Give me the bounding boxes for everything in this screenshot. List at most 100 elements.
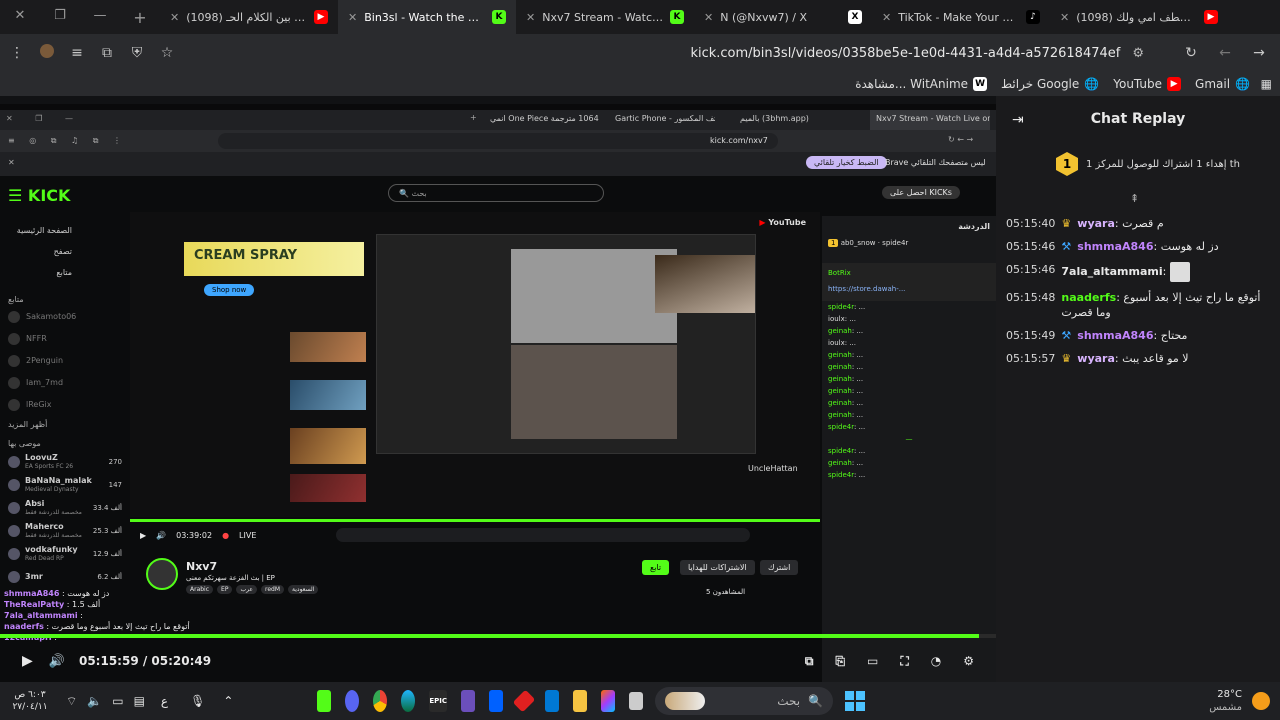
tray-expand-icon[interactable]: ⌃ [223,694,233,708]
fullscreen-icon[interactable]: ⛶ [900,654,908,669]
overlay-chat-line: shmmaA846 : دز له هوست [4,589,110,598]
file-explorer-icon[interactable] [573,690,588,712]
app-red-icon[interactable] [512,689,536,713]
copilot-icon[interactable] [601,690,616,712]
close-window-icon[interactable]: ✕ [2,8,38,27]
chat-divider-icon: ⇞ [1130,192,1140,205]
clock[interactable]: ٦:٠٣ ص ٢٧/٠٤/١١ [0,689,60,713]
minimize-window-icon[interactable]: — [82,8,118,27]
browser-tab[interactable]: ✕Bin3sl - Watch the VOD onK [338,0,516,34]
globe-icon: 🌐 [1235,77,1250,91]
menu-dots-icon[interactable]: ⋮ [2,45,32,61]
close-tab-icon[interactable]: ✕ [348,11,357,24]
browser-tab[interactable]: ✕(1098) كان يبخطف امي ولك▶ [1050,0,1228,34]
language-indicator[interactable]: ع [161,694,168,708]
chat-replay-title: Chat Replay [1090,111,1186,127]
video-player[interactable]: ✕ ❐ — + انمي One Piece الحلقة 1064 مترجم… [0,104,996,682]
brave-infobar: ✕ الضبط كخيار تلقائي Brave ليس متصفحك ال… [0,152,996,176]
edge-icon[interactable] [401,690,416,712]
playlist-icon[interactable]: ≡ [62,45,92,61]
browser-tab[interactable]: ✕Nxv7 Stream - Watch LiveK [516,0,694,34]
inner-tab-active: Nxv7 Stream - Watch Live on Ki [870,110,990,130]
taskbar: ٦:٠٣ ص ٢٧/٠٤/١١ ⌔ 🔈 ▭ ▤ ع 🎙 ⌃ EPIC بحث 🔍… [0,682,1280,720]
url-field[interactable]: kick.com/bin3sl/videos/0358be5e-1e0d-443… [200,40,1150,66]
witanime-icon: W [973,77,988,91]
all-bookmarks-icon[interactable]: ▦ [1261,77,1272,91]
browser-tab[interactable]: ✕ N (@Nxvw7) / XX [694,0,872,34]
epic-games-icon[interactable]: EPIC [429,690,448,712]
channel-name: Nxv7 [186,560,218,573]
windows-start-icon[interactable] [845,691,866,711]
close-tab-icon[interactable]: ✕ [170,11,179,24]
url-text: kick.com/bin3sl/videos/0358be5e-1e0d-443… [690,45,1121,61]
chat-message: 05:15:40 ♛ wyara: م قصرت [1006,217,1164,230]
chat-username[interactable]: shmmaA846 [1077,329,1153,342]
stream-tag: عرب [236,585,257,594]
player-progress[interactable] [0,634,996,638]
shield-icon[interactable]: ⛨ [122,45,152,61]
app-icon[interactable] [461,690,476,712]
inner-recommended-item: Mahercо مخصصة للدردشة فقط 25.3 ألف [8,519,122,542]
channel-subtitle: بث الفزعة سهرتكم معنى | EP [186,574,275,582]
avatar [8,399,20,411]
brave-notice: Brave ليس متصفحك التلقائي [885,158,986,167]
chat-username[interactable]: naaderfs [1061,291,1116,304]
extension-avatar-icon[interactable] [32,44,62,62]
kick-app-icon[interactable] [317,690,332,712]
tray-icon[interactable]: ▤ [134,694,145,708]
extensions-icon[interactable]: ⧉ [92,45,122,61]
battery-icon[interactable]: ▭ [112,694,123,708]
chat-username[interactable]: 7ala_altammami [1061,265,1162,278]
close-tab-icon[interactable]: ✕ [1060,11,1069,24]
taskbar-apps: EPIC [317,689,644,713]
back-icon[interactable]: → [1244,45,1274,61]
chat-username[interactable]: shmmaA846 [1077,240,1153,253]
crown-badge-icon: ♛ [1061,217,1072,230]
avatar [8,377,20,389]
theater-icon[interactable]: ▭ [867,654,878,668]
bookmark-witanime[interactable]: مشاهدة... WitAnime W [855,77,988,91]
clip-icon[interactable]: ⎘ [835,654,845,669]
discord-icon[interactable] [345,690,360,712]
close-tab-icon[interactable]: ✕ [704,11,713,24]
inner-window-controls: ✕ ❐ — [6,114,83,123]
avatar [8,547,20,560]
overlay-chat-line: 7ala_altammami : [4,611,83,620]
chat-username[interactable]: wyara [1077,352,1115,365]
inner-nav-item: الصفحة الرئيسية [16,226,72,235]
inner-url: kick.com/nxv7 [710,136,768,145]
bookmark-maps[interactable]: خرائط Google 🌐 [1001,77,1099,91]
site-settings-icon[interactable]: ⚙ [1132,46,1144,61]
chat-username[interactable]: wyara [1077,217,1115,230]
app-window-icon[interactable] [629,692,644,710]
wifi-icon[interactable]: ⌔ [66,694,77,709]
outlook-icon[interactable] [545,690,560,712]
sun-icon [1252,692,1270,710]
chrome-icon[interactable] [373,690,388,712]
youtube-icon: ▶ [314,10,328,24]
bookmark-star-icon[interactable]: ☆ [152,45,182,61]
close-tab-icon[interactable]: ✕ [526,11,535,24]
play-icon[interactable]: ▶ [22,653,33,669]
inner-tab-bar: ✕ ❐ — + انمي One Piece الحلقة 1064 مترجم… [0,110,996,130]
browser-tab[interactable]: ✕ TikTok - Make Your Day ♪ [872,0,1050,34]
dropbox-icon[interactable] [489,690,504,712]
volume-tray-icon[interactable]: 🔈 [87,694,102,708]
restore-window-icon[interactable]: ❐ [42,8,78,27]
inner-nav-item: تصفح [53,247,72,256]
new-tab-icon[interactable]: + [122,8,158,27]
mic-icon[interactable]: 🎙 [190,694,205,708]
bookmark-youtube[interactable]: YouTube ▶ [1113,77,1182,91]
forward-icon[interactable]: ← [1210,45,1240,61]
bookmark-gmail[interactable]: Gmail 🌐 [1195,77,1250,91]
taskbar-search[interactable]: بحث 🔍 [655,687,834,715]
volume-icon[interactable]: 🔊 [49,654,65,669]
weather-widget[interactable]: 28°C مشمس [1209,688,1270,714]
browser-tab[interactable]: ✕(1098) الفرق بين الكلام الحـ▶ [160,0,338,34]
pip-icon[interactable]: ⧉ [805,654,814,669]
speed-icon[interactable]: ◔ [931,654,941,668]
settings-icon[interactable]: ⚙ [963,654,974,668]
hammer-badge-icon: ⚒ [1061,329,1072,342]
reload-icon[interactable]: ↻ [1176,45,1206,61]
close-tab-icon[interactable]: ✕ [882,11,891,24]
